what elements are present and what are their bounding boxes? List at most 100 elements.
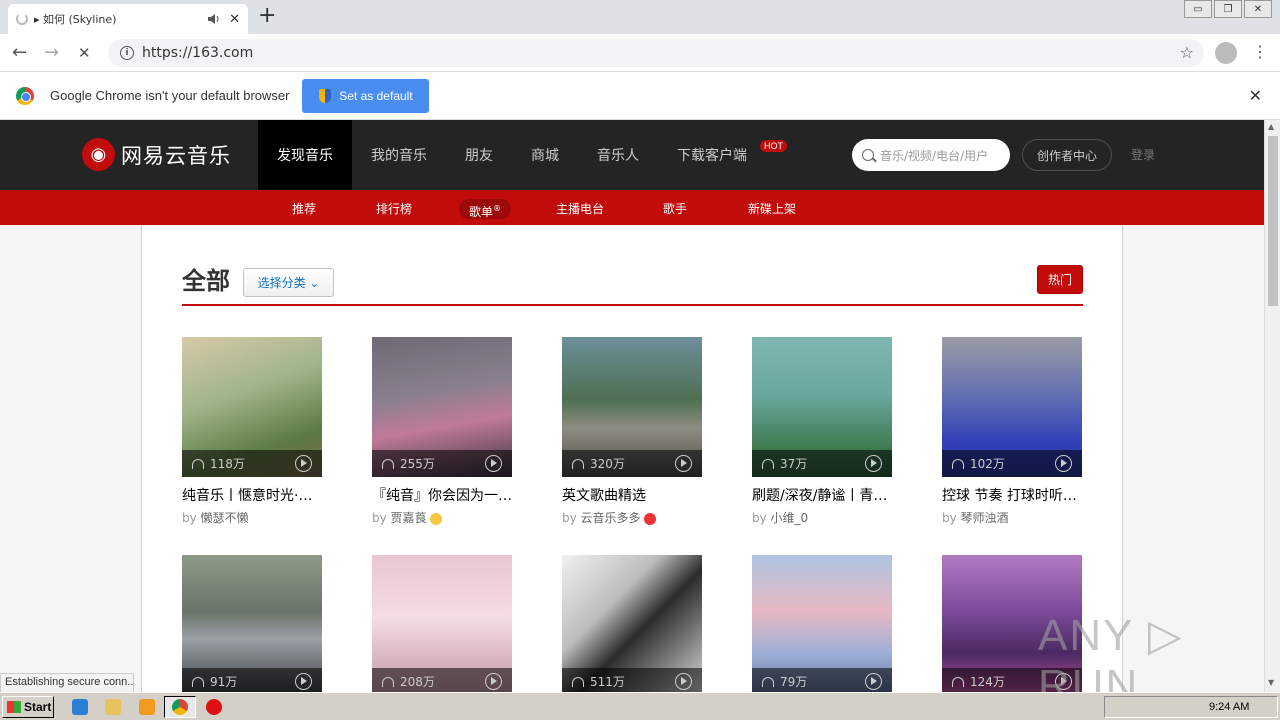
bookmark-star-icon[interactable]: ☆	[1180, 43, 1194, 62]
play-icon[interactable]	[675, 673, 692, 690]
playlist-title[interactable]: 控球 节奏 打球时听…	[942, 485, 1082, 505]
subnav-new-albums[interactable]: 新碟上架	[738, 199, 806, 219]
headphones-icon	[572, 458, 584, 469]
subnav-charts[interactable]: 排行榜	[366, 199, 422, 219]
play-count: 320万	[590, 457, 625, 471]
speaker-icon[interactable]	[207, 13, 221, 25]
site-search-input[interactable]: 音乐/视频/电台/用户	[852, 139, 1010, 171]
verified-badge-icon	[643, 512, 656, 525]
forward-button[interactable]: →	[44, 42, 59, 63]
nav-my-music[interactable]: 我的音乐	[352, 120, 446, 190]
playlist-cover[interactable]: 511万	[562, 555, 702, 692]
search-placeholder: 音乐/视频/电台/用户	[880, 148, 989, 163]
infobar-close-icon[interactable]: ✕	[1249, 86, 1262, 105]
playlist-cover[interactable]: 208万	[372, 555, 512, 692]
play-icon[interactable]	[295, 455, 312, 472]
ie-icon[interactable]	[72, 699, 88, 715]
playlist-cover[interactable]: 102万	[942, 337, 1082, 477]
subnav-radio[interactable]: 主播电台	[546, 199, 614, 219]
author-name[interactable]: 贾嘉莨	[391, 511, 427, 525]
window-close-button[interactable]: ✕	[1244, 0, 1272, 18]
playlist-card[interactable]: 118万 纯音乐丨惬意时光·… by 懒瑟不懒	[182, 337, 322, 526]
subnav-artists[interactable]: 歌手	[653, 199, 697, 219]
playlist-cover[interactable]: 37万	[752, 337, 892, 477]
start-button[interactable]: Start	[2, 696, 54, 718]
subnav-playlists-label: 歌单	[469, 205, 494, 219]
select-category-button[interactable]: 选择分类 ⌄	[243, 268, 334, 297]
playlist-cover[interactable]: 255万	[372, 337, 512, 477]
nav-store[interactable]: 商城	[512, 120, 578, 190]
opera-icon[interactable]	[206, 699, 222, 715]
nav-discover[interactable]: 发现音乐	[258, 120, 352, 190]
headphones-icon	[382, 458, 394, 469]
page-title: 全部	[182, 267, 230, 295]
address-bar[interactable]: i https://163.com ☆	[108, 39, 1204, 67]
chrome-menu-icon[interactable]: ⋮	[1252, 42, 1268, 61]
play-icon[interactable]	[485, 673, 502, 690]
playlist-cover[interactable]: 118万	[182, 337, 322, 477]
playlist-card[interactable]: 37万 刷题/深夜/静谧丨青… by 小维_0	[752, 337, 892, 526]
author-name[interactable]: 懒瑟不懒	[201, 511, 249, 525]
browser-tab[interactable]: ▸ 如何 (Skyline) ✕	[8, 4, 248, 34]
tab-strip: ▸ 如何 (Skyline) ✕ + ▭ ❐ ✕	[0, 0, 1280, 34]
playlist-card[interactable]: 320万 英文歌曲精选 by 云音乐多多	[562, 337, 702, 526]
playlist-card[interactable]: 511万	[562, 555, 702, 692]
author-name[interactable]: 云音乐多多	[581, 511, 641, 525]
playlist-cover[interactable]: 91万	[182, 555, 322, 692]
login-link[interactable]: 登录	[1131, 146, 1155, 163]
play-count: 37万	[780, 457, 808, 471]
play-icon[interactable]	[485, 455, 502, 472]
creator-center-button[interactable]: 创作者中心	[1022, 139, 1112, 171]
play-count: 124万	[970, 675, 1005, 689]
url-text: https://163.com	[142, 45, 254, 61]
scroll-up-icon[interactable]: ▲	[1268, 122, 1274, 131]
playlist-title[interactable]: 『纯音』你会因为一…	[372, 485, 512, 505]
site-info-icon[interactable]: i	[120, 46, 134, 60]
clock[interactable]: 9:24 AM	[1209, 701, 1249, 713]
nav-friends[interactable]: 朋友	[446, 120, 512, 190]
subnav-recommend[interactable]: 推荐	[282, 199, 326, 219]
status-bubble: Establishing secure conn...	[0, 673, 134, 693]
minimize-button[interactable]: ▭	[1184, 0, 1212, 18]
nav-musician[interactable]: 音乐人	[578, 120, 658, 190]
author-name[interactable]: 琴师浊酒	[961, 511, 1009, 525]
profile-avatar[interactable]	[1215, 42, 1237, 64]
play-icon[interactable]	[675, 455, 692, 472]
playlist-card[interactable]: 79万	[752, 555, 892, 692]
playlist-card[interactable]: 208万	[372, 555, 512, 692]
title-divider	[182, 304, 1083, 306]
playlist-title[interactable]: 英文歌曲精选	[562, 485, 702, 505]
playlist-card[interactable]: 255万 『纯音』你会因为一… by 贾嘉莨	[372, 337, 512, 526]
restore-button[interactable]: ❐	[1214, 0, 1242, 18]
play-icon[interactable]	[1055, 455, 1072, 472]
tab-close-icon[interactable]: ✕	[229, 12, 240, 27]
playlist-title[interactable]: 刷题/深夜/静谧丨青…	[752, 485, 892, 505]
site-logo[interactable]: ◉ 网易云音乐	[82, 138, 231, 171]
play-count: 118万	[210, 457, 245, 471]
playlist-author: by 懒瑟不懒	[182, 509, 322, 526]
playlist-card[interactable]: 102万 控球 节奏 打球时听… by 琴师浊酒	[942, 337, 1082, 526]
explorer-icon[interactable]	[105, 699, 121, 715]
scrollbar-thumb[interactable]	[1268, 136, 1278, 306]
nav-download-client[interactable]: 下载客户端	[658, 120, 766, 190]
back-button[interactable]: ←	[12, 42, 27, 63]
new-tab-button[interactable]: +	[258, 3, 276, 28]
chrome-icon	[172, 699, 188, 715]
sub-navigation: 推荐 排行榜 歌单® 主播电台 歌手 新碟上架	[0, 190, 1264, 225]
set-as-default-button[interactable]: Set as default	[302, 78, 430, 113]
playlist-title[interactable]: 纯音乐丨惬意时光·…	[182, 485, 322, 505]
play-icon[interactable]	[865, 455, 882, 472]
author-name[interactable]: 小维_0	[771, 511, 809, 525]
play-icon[interactable]	[295, 673, 312, 690]
stop-loading-button[interactable]: ✕	[78, 44, 91, 62]
media-player-icon[interactable]	[139, 699, 155, 715]
play-icon[interactable]	[865, 673, 882, 690]
playlist-cover[interactable]: 320万	[562, 337, 702, 477]
playlist-card[interactable]: 91万	[182, 555, 322, 692]
playlist-cover[interactable]: 79万	[752, 555, 892, 692]
subnav-playlists[interactable]: 歌单®	[459, 199, 512, 219]
search-icon	[862, 149, 874, 161]
by-label: by	[372, 511, 387, 525]
hot-sort-button[interactable]: 热门	[1037, 265, 1083, 294]
page-scrollbar[interactable]: ▲ ▼	[1264, 120, 1280, 692]
